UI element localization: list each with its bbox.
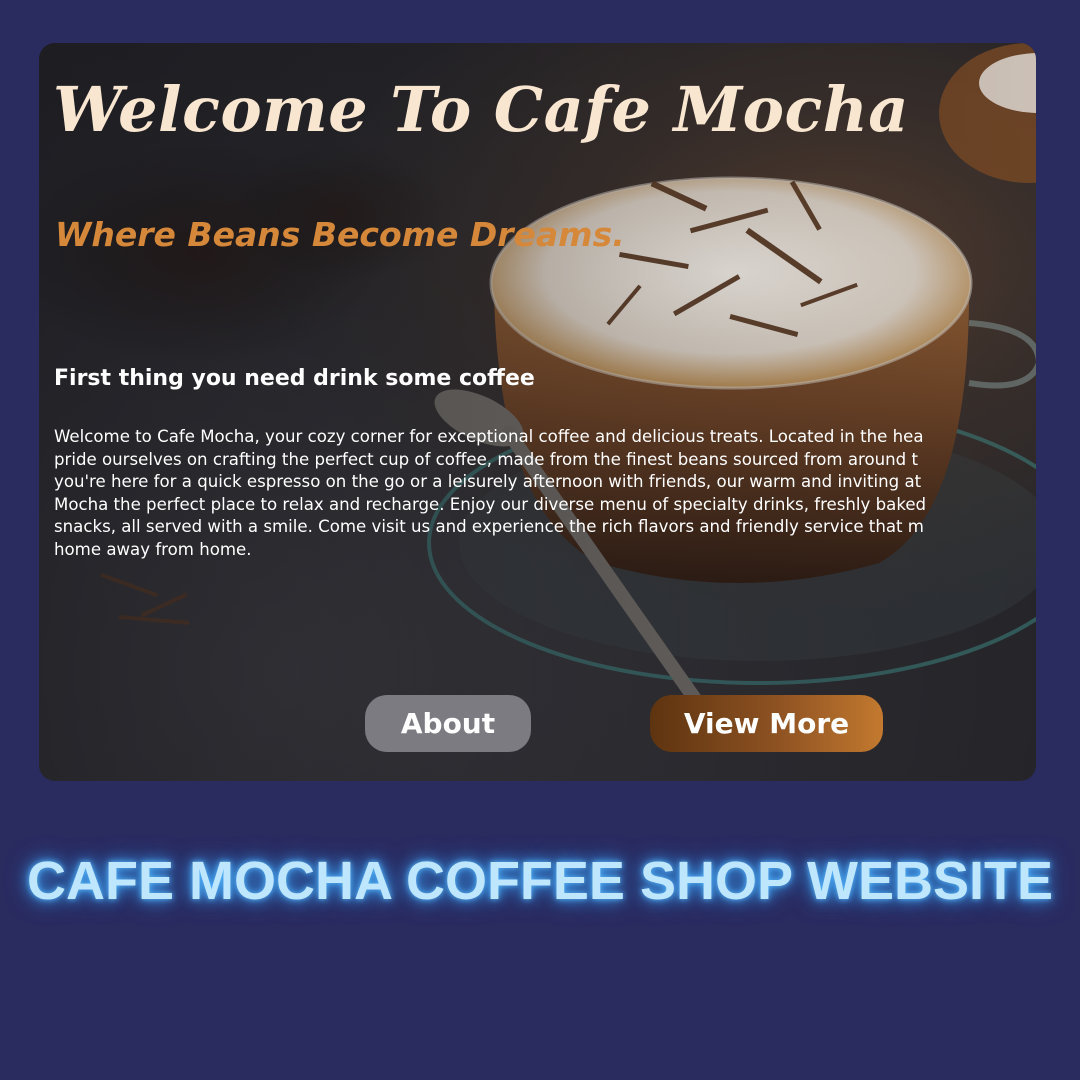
hero-description-line: Mocha the perfect place to relax and rec… bbox=[54, 494, 927, 514]
hero-subheading: First thing you need drink some coffee bbox=[54, 366, 535, 391]
hero-title: Welcome To Cafe Mocha bbox=[53, 73, 909, 146]
banner-title: CAFE MOCHA COFFEE SHOP WEBSITE bbox=[26, 851, 1054, 911]
about-button[interactable]: About bbox=[365, 695, 531, 752]
hero-description-line: Welcome to Cafe Mocha, your cozy corner … bbox=[54, 427, 924, 446]
hero-section: Welcome To Cafe Mocha Where Beans Become… bbox=[39, 43, 1036, 781]
view-more-button[interactable]: View More bbox=[650, 695, 883, 752]
hero-description-line: snacks, all served with a smile. Come vi… bbox=[54, 517, 924, 536]
hero-tagline: Where Beans Become Dreams. bbox=[55, 215, 625, 254]
hero-description-line: you're here for a quick espresso on the … bbox=[54, 472, 922, 491]
hero-description-line: pride ourselves on crafting the perfect … bbox=[54, 449, 918, 469]
hero-dark-overlay bbox=[39, 43, 1036, 781]
hero-description-line: home away from home. bbox=[54, 539, 252, 559]
hero-description: Welcome to Cafe Mocha, your cozy corner … bbox=[54, 426, 1036, 561]
